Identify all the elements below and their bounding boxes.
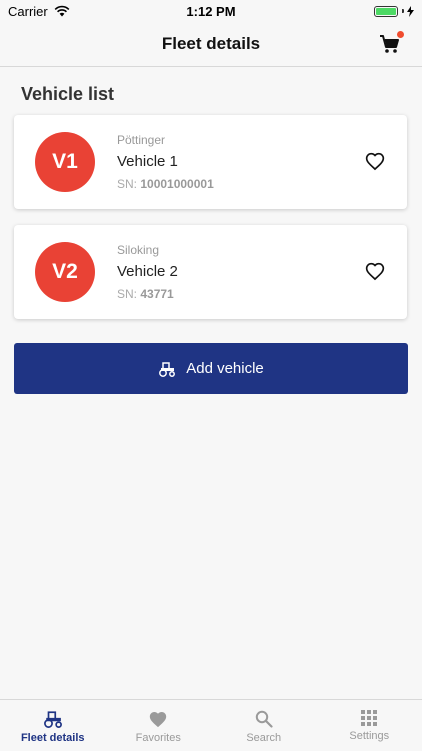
carrier-label: Carrier — [8, 4, 48, 19]
vehicle-name: Vehicle 1 — [117, 153, 178, 170]
tab-fleet-details[interactable]: Fleet details — [0, 700, 106, 751]
navigation-bar: Fleet details — [0, 22, 422, 67]
cart-button[interactable] — [378, 32, 402, 56]
cart-badge — [397, 31, 404, 38]
tab-label: Fleet details — [21, 732, 85, 744]
vehicle-manufacturer: Pöttinger — [117, 133, 165, 147]
tab-bar: Fleet details Favorites Search Settings — [0, 699, 422, 751]
battery-icon — [374, 6, 398, 17]
tab-favorites[interactable]: Favorites — [106, 700, 212, 751]
vehicle-name: Vehicle 2 — [117, 263, 178, 280]
grid-icon — [361, 710, 377, 726]
battery-indicator — [374, 6, 414, 17]
add-vehicle-button[interactable]: Add vehicle — [14, 343, 408, 394]
heart-icon — [148, 710, 168, 728]
tab-label: Settings — [349, 730, 389, 742]
favorite-button[interactable] — [365, 152, 385, 172]
favorite-button[interactable] — [365, 262, 385, 282]
search-icon — [255, 710, 273, 728]
tab-search[interactable]: Search — [211, 700, 317, 751]
tab-label: Search — [246, 732, 281, 744]
wifi-icon — [54, 5, 70, 17]
page-title: Fleet details — [162, 34, 260, 54]
vehicle-manufacturer: Siloking — [117, 243, 159, 257]
section-title: Vehicle list — [21, 84, 114, 105]
vehicle-avatar: V1 — [35, 132, 95, 192]
charging-icon — [407, 6, 414, 17]
tab-label: Favorites — [136, 732, 181, 744]
status-bar: Carrier 1:12 PM — [0, 0, 422, 22]
heart-outline-icon — [365, 152, 385, 172]
heart-outline-icon — [365, 262, 385, 282]
vehicle-serial-number: SN: 10001000001 — [117, 177, 214, 191]
tractor-icon — [158, 361, 176, 377]
vehicle-card[interactable]: V2 Siloking Vehicle 2 SN: 43771 — [14, 225, 407, 319]
vehicle-avatar: V2 — [35, 242, 95, 302]
vehicle-card[interactable]: V1 Pöttinger Vehicle 1 SN: 10001000001 — [14, 115, 407, 209]
add-vehicle-label: Add vehicle — [186, 360, 264, 377]
tab-settings[interactable]: Settings — [317, 700, 422, 751]
vehicle-serial-number: SN: 43771 — [117, 287, 174, 301]
tractor-icon — [42, 710, 64, 728]
